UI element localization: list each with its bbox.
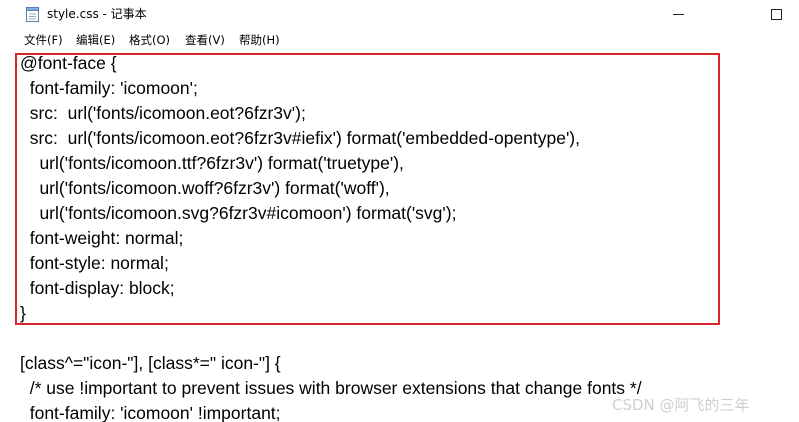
window-title: style.css - 记事本 (47, 7, 147, 21)
code-line: /* use !important to prevent issues with… (20, 378, 642, 398)
menu-format[interactable]: 格式(O) (129, 32, 170, 48)
maximize-button[interactable] (753, 0, 799, 30)
notepad-icon (26, 7, 39, 22)
text-editor[interactable]: @font-face { font-family: 'icomoon'; src… (0, 50, 799, 422)
menu-view[interactable]: 查看(V) (185, 32, 225, 48)
menu-edit[interactable]: 编辑(E) (76, 32, 115, 48)
code-line: font-family: 'icomoon' !important; (20, 403, 281, 422)
watermark: CSDN @阿飞的三年 (612, 396, 750, 414)
menu-file[interactable]: 文件(F) (24, 32, 63, 48)
minimize-button[interactable] (661, 0, 707, 30)
code-line: [class^="icon-"], [class*=" icon-"] { (20, 353, 281, 373)
menu-bar: 文件(F) 编辑(E) 格式(O) 查看(V) 帮助(H) (0, 30, 799, 50)
title-bar: style.css - 记事本 (0, 0, 799, 30)
highlight-box (15, 53, 720, 325)
menu-help[interactable]: 帮助(H) (239, 32, 280, 48)
